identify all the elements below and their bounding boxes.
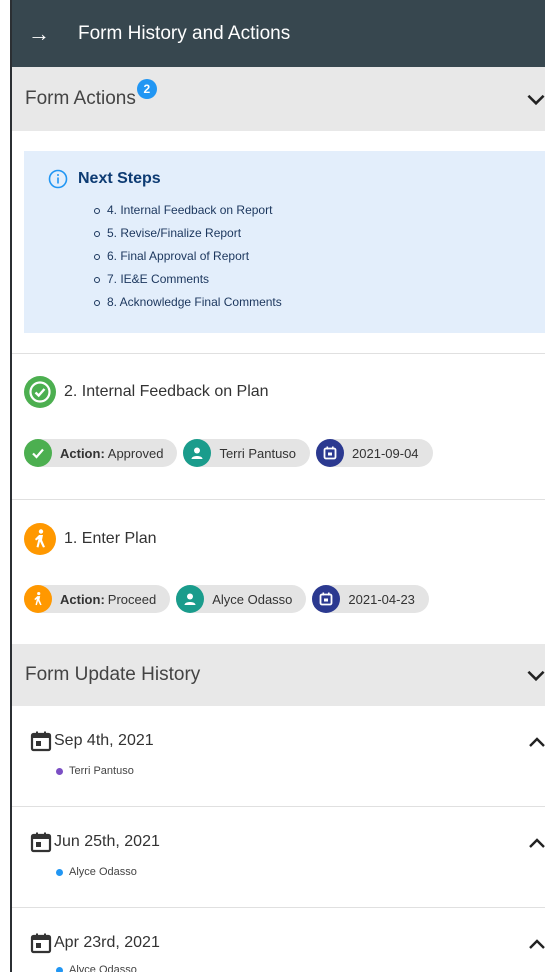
next-step-item: 4. Internal Feedback on Report: [94, 199, 545, 222]
calendar-icon: [30, 832, 52, 853]
history-date: Sep 4th, 2021: [54, 732, 154, 749]
user-name: Terri Pantuso: [219, 445, 297, 461]
action-label: Action:: [60, 445, 105, 461]
date-chip: 2021-04-23: [312, 585, 429, 613]
chevron-up-icon[interactable]: [525, 933, 545, 957]
action-label: Action:: [60, 591, 105, 607]
form-actions-title: Form Actions: [25, 88, 136, 109]
user-icon: [183, 439, 212, 467]
user-chip[interactable]: Terri Pantuso: [183, 439, 311, 467]
next-step-item: 5. Revise/Finalize Report: [94, 222, 545, 245]
step-title: 1. Enter Plan: [64, 530, 157, 547]
history-item[interactable]: Jun 25th, 2021 Alyce Odasso: [12, 807, 545, 908]
next-step-item: 8. Acknowledge Final Comments: [94, 291, 545, 314]
chevron-up-icon[interactable]: [525, 832, 545, 856]
step-enter-plan: 1. Enter Plan Action: Proceed Alyce Odas…: [12, 500, 545, 644]
next-step-item: 7. IE&E Comments: [94, 268, 545, 291]
user-dot: [56, 966, 63, 972]
history-user: Alyce Odasso: [69, 964, 137, 972]
action-value: Proceed: [107, 591, 157, 607]
user-dot: [56, 868, 63, 876]
history-user: Terri Pantuso: [69, 765, 134, 777]
update-history-header[interactable]: Form Update History: [12, 644, 545, 706]
check-circle-icon: [24, 376, 56, 408]
user-icon: [176, 585, 205, 613]
calendar-icon: [30, 731, 52, 752]
date-value: 2021-04-23: [348, 591, 415, 607]
walking-person-icon: [24, 523, 56, 555]
info-icon: [48, 169, 68, 189]
action-chip: Action: Proceed: [24, 585, 171, 613]
next-steps-title: Next Steps: [78, 170, 161, 187]
user-name: Alyce Odasso: [212, 591, 293, 607]
user-chip[interactable]: Alyce Odasso: [176, 585, 307, 613]
form-history-panel: → Form History and Actions Form Actions …: [10, 0, 545, 972]
action-value: Approved: [107, 445, 164, 461]
history-date: Jun 25th, 2021: [54, 833, 160, 850]
step-title: 2. Internal Feedback on Plan: [64, 383, 269, 400]
history-user: Alyce Odasso: [69, 866, 137, 878]
update-history-title: Form Update History: [25, 664, 201, 685]
calendar-icon: [316, 439, 345, 467]
calendar-icon: [30, 933, 52, 954]
date-chip: 2021-09-04: [316, 439, 433, 467]
chevron-down-icon[interactable]: [523, 662, 545, 688]
history-item[interactable]: Sep 4th, 2021 Terri Pantuso: [12, 706, 545, 807]
next-steps-box: Next Steps 4. Internal Feedback on Repor…: [24, 151, 545, 333]
check-icon: [24, 439, 52, 467]
panel-header: → Form History and Actions: [12, 0, 545, 67]
step-internal-feedback-plan: 2. Internal Feedback on Plan Action: App…: [12, 354, 545, 499]
date-value: 2021-09-04: [352, 445, 419, 461]
panel-title: Form History and Actions: [78, 22, 291, 44]
history-item[interactable]: Apr 23rd, 2021 Alyce Odasso: [12, 908, 545, 972]
chevron-down-icon[interactable]: [523, 86, 545, 112]
collapse-panel-arrow-icon[interactable]: →: [28, 22, 50, 45]
action-chip: Action: Approved: [24, 439, 178, 467]
history-date: Apr 23rd, 2021: [54, 934, 160, 951]
calendar-icon: [312, 585, 341, 613]
walking-person-icon: [24, 585, 52, 613]
form-actions-count-badge: 2: [136, 79, 157, 99]
user-dot: [56, 767, 63, 775]
next-steps-list: 4. Internal Feedback on Report 5. Revise…: [48, 199, 545, 314]
chevron-up-icon[interactable]: [525, 731, 545, 755]
form-actions-header[interactable]: Form Actions 2: [12, 67, 545, 131]
next-step-item: 6. Final Approval of Report: [94, 245, 545, 268]
